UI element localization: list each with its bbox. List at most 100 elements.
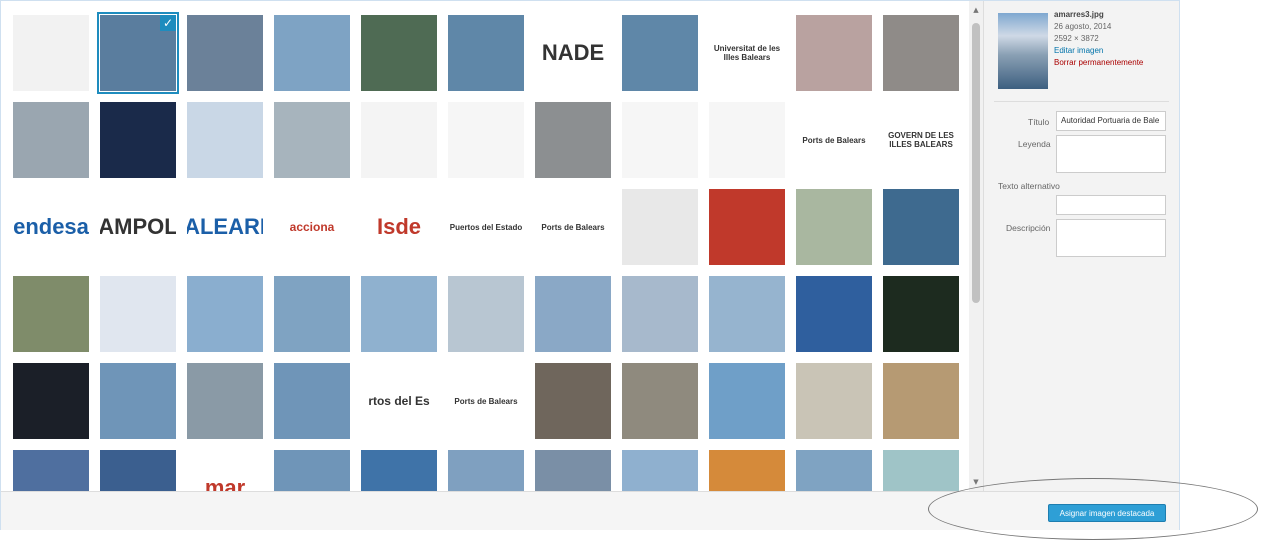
media-thumbnail[interactable] <box>13 276 89 352</box>
caption-label: Leyenda <box>1018 139 1051 149</box>
media-thumbnail[interactable]: mar <box>187 450 263 491</box>
scrollbar-thumb[interactable] <box>972 23 980 303</box>
thumbnail-label: AMPOL <box>100 214 176 239</box>
media-thumbnail[interactable]: Ports de Balears <box>448 363 524 439</box>
media-thumbnail[interactable] <box>796 450 872 491</box>
media-thumbnail[interactable] <box>100 363 176 439</box>
media-thumbnail[interactable] <box>187 276 263 352</box>
media-thumbnail[interactable] <box>361 450 437 491</box>
media-thumbnail[interactable] <box>100 276 176 352</box>
alt-text-label: Texto alternativo <box>998 181 1060 191</box>
title-field[interactable]: Autoridad Portuaria de Bale <box>1056 111 1166 131</box>
media-thumbnail[interactable] <box>13 102 89 178</box>
media-thumbnail[interactable] <box>796 15 872 91</box>
media-thumbnail[interactable]: GOVERN DE LES ILLES BALEARS <box>883 102 959 178</box>
details-divider <box>994 101 1169 102</box>
attachment-date: 26 agosto, 2014 <box>1054 22 1112 31</box>
media-thumbnail[interactable] <box>622 363 698 439</box>
media-thumbnail[interactable] <box>709 276 785 352</box>
media-thumbnail[interactable] <box>187 102 263 178</box>
media-thumbnail[interactable] <box>448 450 524 491</box>
media-thumbnail[interactable] <box>274 450 350 491</box>
media-thumbnail[interactable] <box>883 189 959 265</box>
media-thumbnail[interactable] <box>13 363 89 439</box>
thumbnail-label: GOVERN DE LES ILLES BALEARS <box>888 131 954 149</box>
media-thumbnail[interactable] <box>709 102 785 178</box>
modal-toolbar <box>1 491 1179 530</box>
media-thumbnail[interactable] <box>13 15 89 91</box>
media-thumbnail[interactable] <box>709 450 785 491</box>
media-thumbnail[interactable] <box>187 363 263 439</box>
media-thumbnail[interactable] <box>796 189 872 265</box>
grid-scrollbar[interactable]: ▲ ▼ <box>969 1 983 491</box>
media-thumbnail[interactable] <box>448 102 524 178</box>
media-thumbnail[interactable] <box>274 15 350 91</box>
scroll-down-icon[interactable]: ▼ <box>969 475 983 489</box>
attachment-preview <box>998 13 1048 89</box>
alt-text-field[interactable] <box>1056 195 1166 215</box>
media-thumbnail[interactable] <box>361 15 437 91</box>
thumbnail-label: Ports de Balears <box>454 396 518 406</box>
media-thumbnail[interactable] <box>709 363 785 439</box>
media-thumbnail[interactable]: acciona <box>274 189 350 265</box>
media-thumbnail[interactable] <box>535 450 611 491</box>
attachment-details: amarres3.jpg 26 agosto, 2014 2592 × 3872… <box>983 1 1179 491</box>
media-thumbnail[interactable] <box>448 15 524 91</box>
set-featured-image-button[interactable]: Asignar imagen destacada <box>1048 504 1166 522</box>
media-thumbnail[interactable] <box>883 450 959 491</box>
attachment-dimensions: 2592 × 3872 <box>1054 34 1099 43</box>
media-thumbnail[interactable]: AMPOL <box>100 189 176 265</box>
media-modal: ✓ NADE Universitat de les Illes Balears Por… <box>0 0 1180 530</box>
media-thumbnail[interactable] <box>100 102 176 178</box>
media-thumbnail[interactable]: Isde <box>361 189 437 265</box>
media-thumbnail[interactable] <box>361 276 437 352</box>
media-thumbnail[interactable] <box>13 450 89 491</box>
thumbnail-label: Ports de Balears <box>802 135 866 145</box>
media-thumbnail[interactable] <box>883 363 959 439</box>
media-thumbnail[interactable] <box>187 15 263 91</box>
edit-image-link[interactable]: Editar imagen <box>1054 45 1143 57</box>
thumbnail-label: mar <box>204 475 246 491</box>
attachment-filename: amarres3.jpg <box>1054 10 1104 19</box>
media-thumbnail[interactable] <box>796 276 872 352</box>
media-thumbnail[interactable] <box>274 363 350 439</box>
media-grid: ✓ NADE Universitat de les Illes Balears Por… <box>1 1 969 491</box>
delete-permanently-link[interactable]: Borrar permanentemente <box>1054 57 1143 69</box>
media-thumbnail[interactable] <box>796 363 872 439</box>
media-thumbnail[interactable] <box>535 363 611 439</box>
thumbnail-label: ALEARI <box>187 214 263 239</box>
media-thumbnail[interactable] <box>622 15 698 91</box>
caption-field[interactable] <box>1056 135 1166 173</box>
thumbnail-label: endesa <box>13 214 89 239</box>
media-thumbnail[interactable] <box>100 450 176 491</box>
media-thumbnail[interactable]: ALEARI <box>187 189 263 265</box>
media-thumbnail[interactable]: Universitat de les Illes Balears <box>709 15 785 91</box>
media-thumbnail[interactable] <box>883 15 959 91</box>
media-thumbnail[interactable]: NADE <box>535 15 611 91</box>
media-thumbnail[interactable] <box>622 450 698 491</box>
thumbnail-label: Puertos del Estado <box>449 222 523 232</box>
selected-check-icon[interactable]: ✓ <box>160 15 176 31</box>
description-field[interactable] <box>1056 219 1166 257</box>
media-thumbnail[interactable] <box>535 276 611 352</box>
media-thumbnail[interactable] <box>274 102 350 178</box>
media-thumbnail[interactable] <box>448 276 524 352</box>
title-label: Título <box>1028 117 1050 127</box>
media-thumbnail[interactable] <box>622 276 698 352</box>
media-thumbnail[interactable]: Puertos del Estado <box>448 189 524 265</box>
media-thumbnail[interactable] <box>709 189 785 265</box>
media-thumbnail[interactable]: rtos del Es <box>361 363 437 439</box>
media-thumbnail[interactable] <box>274 276 350 352</box>
media-thumbnail[interactable] <box>535 102 611 178</box>
media-thumbnail[interactable] <box>361 102 437 178</box>
media-thumbnail[interactable]: Ports de Balears <box>535 189 611 265</box>
media-thumbnail[interactable] <box>883 276 959 352</box>
media-thumbnail[interactable]: ✓ <box>97 12 179 94</box>
scroll-up-icon[interactable]: ▲ <box>969 3 983 17</box>
thumbnail-label: acciona <box>289 220 335 234</box>
media-thumbnail[interactable] <box>622 189 698 265</box>
attachment-meta: amarres3.jpg 26 agosto, 2014 2592 × 3872… <box>1054 9 1143 69</box>
media-thumbnail[interactable] <box>622 102 698 178</box>
media-thumbnail[interactable]: Ports de Balears <box>796 102 872 178</box>
media-thumbnail[interactable]: endesa <box>13 189 89 265</box>
